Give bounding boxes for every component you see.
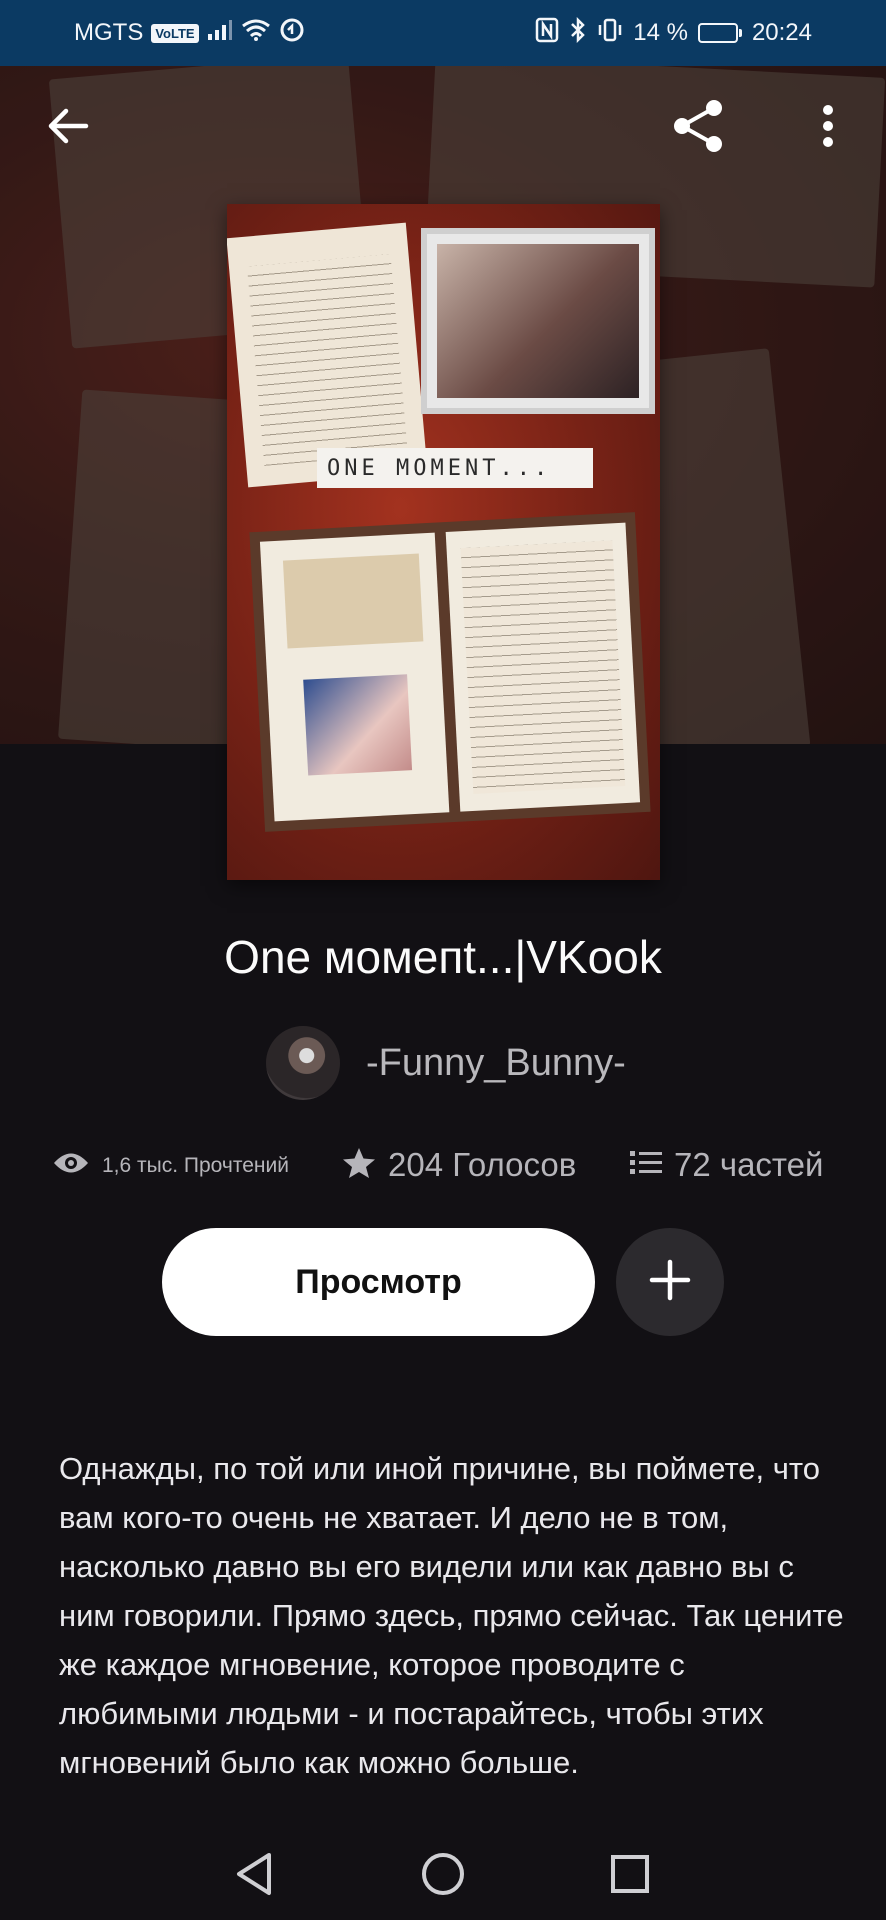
votes-value: 204 Голосов — [388, 1146, 577, 1183]
cover-open-book — [249, 512, 651, 832]
cover-label: ONE MOMENT... — [317, 448, 593, 488]
book-cover[interactable]: ONE MOMENT... — [227, 204, 660, 880]
carrier-name: MGTS — [74, 19, 144, 46]
share-icon — [668, 96, 728, 161]
data-saver-icon — [279, 17, 305, 50]
share-button[interactable] — [666, 96, 730, 160]
nfc-icon — [535, 17, 559, 50]
more-vertical-icon — [822, 104, 834, 153]
signal-icon — [207, 19, 233, 48]
arrow-left-icon — [46, 106, 90, 151]
story-title: One мoмeпt...|VKook — [224, 931, 662, 983]
bluetooth-icon — [569, 16, 587, 50]
nav-back-button[interactable] — [224, 1846, 284, 1906]
battery-text: 14 % — [633, 19, 688, 46]
votes-stat: 204 Голосов — [342, 1146, 576, 1184]
reads-value: 1,6 тыс. Прочтений — [102, 1153, 289, 1177]
nav-back-icon — [234, 1852, 274, 1901]
volte-badge: VoLTE — [151, 23, 199, 43]
add-to-library-button[interactable] — [616, 1228, 724, 1336]
parts-stat: 72 частей — [630, 1146, 823, 1184]
author-avatar — [266, 1026, 340, 1100]
vibrate-icon — [597, 17, 623, 50]
view-button[interactable]: Просмотр — [162, 1228, 595, 1336]
plus-icon — [649, 1259, 691, 1306]
reads-stat: 1,6 тыс. Прочтений — [52, 1150, 289, 1181]
status-right: 14 % 20:24 — [535, 16, 812, 50]
wifi-icon — [241, 18, 271, 49]
parts-value: 72 частей — [674, 1146, 824, 1183]
status-bar: MGTS VoLTE 14 % 20:24 — [0, 0, 886, 66]
story-description: Однажды, по той или иной причине, вы пой… — [59, 1451, 844, 1780]
nav-recents-icon — [610, 1854, 650, 1899]
star-icon — [342, 1147, 376, 1184]
battery-icon — [697, 23, 742, 43]
list-icon — [630, 1149, 662, 1182]
back-button[interactable] — [36, 96, 100, 160]
author-link[interactable]: -Funny_Bunny- — [266, 1026, 626, 1100]
nav-home-button[interactable] — [413, 1846, 473, 1906]
status-left: MGTS VoLTE — [74, 17, 305, 50]
clock: 20:24 — [751, 19, 812, 46]
more-menu-button[interactable] — [796, 96, 860, 160]
eye-icon — [52, 1150, 90, 1181]
cover-photo-frame — [421, 228, 655, 414]
author-name: -Funny_Bunny- — [366, 1041, 626, 1084]
nav-recents-button[interactable] — [600, 1846, 660, 1906]
nav-home-icon — [421, 1852, 465, 1901]
story-stats: 1,6 тыс. Прочтений 204 Голосов 72 частей — [0, 1146, 886, 1190]
